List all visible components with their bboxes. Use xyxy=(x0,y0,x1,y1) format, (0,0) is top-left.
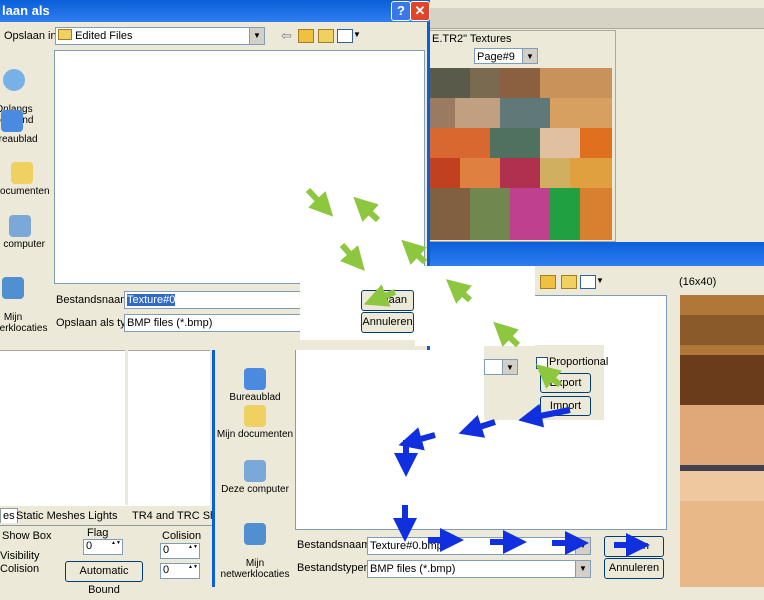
green-arrow-icon xyxy=(493,321,521,348)
blue-arrow-icon xyxy=(458,414,496,438)
blue-arrow-icon xyxy=(518,403,571,428)
green-arrow-icon xyxy=(363,284,397,307)
green-arrow-icon xyxy=(339,243,365,271)
green-arrow-icon xyxy=(353,196,381,223)
blue-arrow-icon xyxy=(398,427,436,451)
green-arrow-icon xyxy=(535,364,562,389)
green-arrow-icon xyxy=(401,239,428,265)
green-arrow-icon xyxy=(445,279,472,304)
annotation-arrows xyxy=(305,187,650,557)
green-arrow-icon xyxy=(305,187,334,217)
